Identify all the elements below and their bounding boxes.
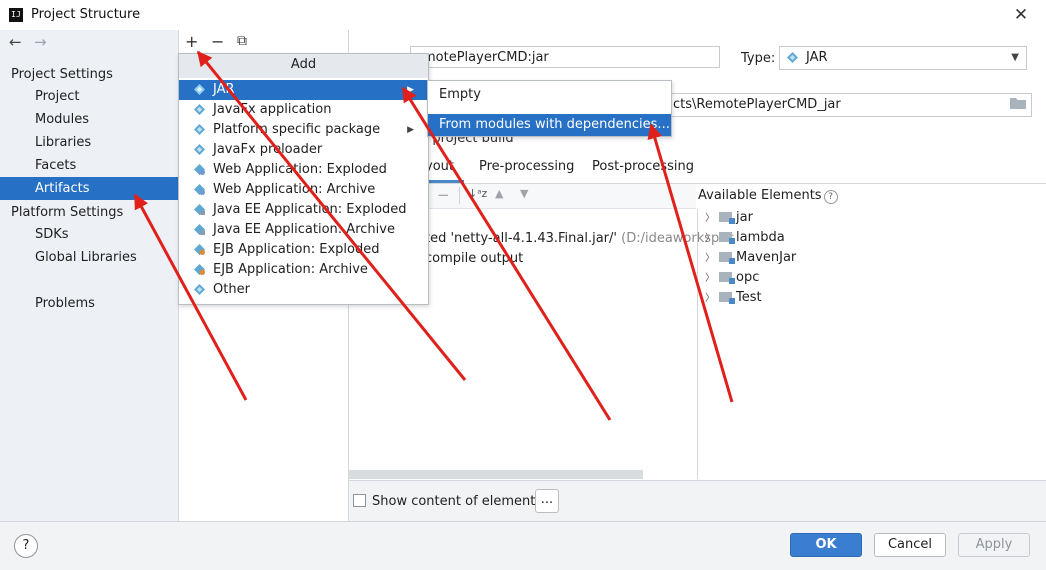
tree-item-opc[interactable]: 〉 opc [705, 268, 759, 288]
tab-output-layout[interactable]: yout [425, 159, 454, 174]
menu-item-javafx-preloader[interactable]: JavaFx preloader [179, 140, 428, 160]
menu-item-javaee-application-archive[interactable]: Java EE Application: Archive [179, 220, 428, 240]
ok-button[interactable]: OK [790, 533, 862, 557]
tree-item-mavenjar[interactable]: 〉 MavenJar [705, 248, 796, 268]
sidebar-item-modules[interactable]: Modules [0, 108, 178, 131]
submenu-item-from-modules[interactable]: From modules with dependencies... [428, 114, 671, 136]
intellij-logo-icon: IJ [9, 8, 23, 22]
chevron-right-icon: 〉 [705, 233, 715, 244]
module-folder-icon [719, 272, 735, 284]
menu-item-javafx-application[interactable]: JavaFx application [179, 100, 428, 120]
help-button[interactable]: ? [14, 534, 38, 558]
menu-item-platform-specific-package[interactable]: Platform specific package ▶ [179, 120, 428, 140]
submenu-arrow-icon: ▶ [407, 125, 414, 135]
horizontal-scrollbar[interactable] [349, 470, 643, 479]
jar-icon [787, 52, 798, 63]
menu-item-other[interactable]: Other [179, 280, 428, 300]
available-elements-title: Available Elements? [698, 188, 838, 204]
javafx-icon [194, 144, 205, 155]
module-folder-icon [719, 292, 735, 304]
list-item[interactable]: ted 'netty-all-4.1.43.Final.jar/' (D:/id… [425, 231, 734, 246]
sidebar-item-problems[interactable]: Problems [0, 292, 178, 315]
forward-arrow-icon[interactable]: → [34, 33, 47, 51]
toolbar-separator [459, 187, 460, 204]
move-up-icon[interactable]: ▲ [495, 187, 503, 200]
chevron-right-icon: 〉 [705, 253, 715, 264]
tree-item-jar[interactable]: 〉 jar [705, 208, 753, 228]
more-options-button[interactable]: ... [535, 489, 559, 513]
other-artifact-icon [194, 284, 205, 295]
platform-settings-heading: Platform Settings [11, 205, 124, 220]
project-settings-heading: Project Settings [11, 67, 113, 82]
ejb-icon [194, 264, 205, 275]
tree-item-test[interactable]: 〉 Test [705, 288, 762, 308]
menu-item-ejb-application-exploded[interactable]: EJB Application: Exploded [179, 240, 428, 260]
package-icon [194, 124, 205, 135]
menu-item-javaee-application-exploded[interactable]: Java EE Application: Exploded [179, 200, 428, 220]
back-arrow-icon[interactable]: ← [9, 33, 22, 51]
show-content-checkbox[interactable] [353, 494, 366, 507]
sidebar-item-facets[interactable]: Facets [0, 154, 178, 177]
javafx-icon [194, 104, 205, 115]
remove-icon[interactable]: − [211, 32, 224, 51]
type-label: Type: [741, 51, 776, 66]
jar-submenu: Empty From modules with dependencies... [427, 80, 672, 137]
menu-item-web-application-exploded[interactable]: Web Application: Exploded [179, 160, 428, 180]
sidebar-item-project[interactable]: Project [0, 85, 178, 108]
web-app-icon [194, 164, 205, 175]
tab-pre-processing[interactable]: Pre-processing [479, 159, 574, 174]
menu-item-web-application-archive[interactable]: Web Application: Archive [179, 180, 428, 200]
artifact-name-input[interactable]: emotePlayerCMD:jar [410, 46, 720, 68]
ejb-icon [194, 244, 205, 255]
window-title: Project Structure [31, 7, 141, 22]
sidebar-item-sdks[interactable]: SDKs [0, 223, 178, 246]
sort-icon[interactable]: ↓ᵃz [468, 187, 487, 200]
menu-item-jar[interactable]: JAR ▶ [179, 80, 428, 100]
jar-icon [194, 84, 205, 95]
submenu-arrow-icon: ▶ [407, 85, 414, 95]
move-down-icon[interactable]: ▼ [520, 187, 528, 200]
folder-icon[interactable] [1010, 97, 1026, 109]
tree-item-lambda[interactable]: 〉 lambda [705, 228, 785, 248]
list-item[interactable]: compile output [425, 251, 523, 266]
javaee-icon [194, 224, 205, 235]
cancel-button[interactable]: Cancel [874, 533, 946, 557]
help-icon[interactable]: ? [823, 190, 838, 204]
show-content-label: Show content of elements [372, 494, 543, 509]
chevron-right-icon: 〉 [705, 273, 715, 284]
module-folder-icon [719, 212, 735, 224]
submenu-item-empty[interactable]: Empty [428, 84, 671, 106]
type-select[interactable]: JAR ▼ [779, 46, 1027, 70]
javaee-icon [194, 204, 205, 215]
type-value: JAR [806, 50, 828, 65]
apply-button[interactable]: Apply [958, 533, 1030, 557]
module-folder-icon [719, 232, 735, 244]
add-icon[interactable]: + [185, 32, 198, 51]
close-icon[interactable]: ✕ [1010, 4, 1032, 26]
menu-item-ejb-application-archive[interactable]: EJB Application: Archive [179, 260, 428, 280]
sidebar-item-artifacts[interactable]: Artifacts [0, 177, 178, 200]
sidebar-item-libraries[interactable]: Libraries [0, 131, 178, 154]
module-folder-icon [719, 252, 735, 264]
add-menu-header: Add [179, 54, 428, 78]
title-bar [0, 0, 1046, 30]
copy-icon[interactable]: ⧉ [237, 33, 247, 49]
remove-element-icon[interactable]: − [437, 186, 450, 204]
chevron-right-icon: 〉 [705, 213, 715, 224]
web-app-icon [194, 184, 205, 195]
chevron-down-icon: ▼ [1011, 52, 1019, 63]
sidebar-item-global-libraries[interactable]: Global Libraries [0, 246, 178, 269]
add-artifact-menu: Add JAR ▶ JavaFx application Platform spe… [178, 53, 429, 305]
chevron-right-icon: 〉 [705, 293, 715, 304]
tab-post-processing[interactable]: Post-processing [592, 159, 694, 174]
